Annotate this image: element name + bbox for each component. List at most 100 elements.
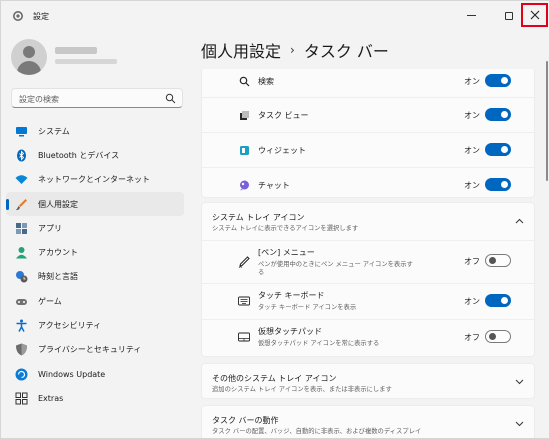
system-tray-header[interactable]: システム トレイ アイコン システム トレイに表示できるアイコンを選択します [202,203,536,239]
apps-icon [15,222,28,235]
chat-toggle[interactable] [485,178,511,191]
avatar [11,39,47,75]
keyboard-icon [238,295,250,307]
toggle-state-label: オン [464,77,480,86]
maximize-icon [505,11,513,20]
chevron-down-icon [514,419,524,429]
sidebar-item-label: ゲーム [38,296,62,306]
sidebar-item-windows-update[interactable]: Windows Update [6,362,184,386]
section-subtitle: タスク バーの配置、バッジ、自動的に非表示、および複数のディスプレイ [212,428,422,435]
clock-globe-icon [15,270,28,283]
scrollbar[interactable] [546,61,548,181]
widgets-toggle[interactable] [485,143,511,156]
toggle-state-label: オン [464,111,480,120]
taskbar-item-row: タスク ビュー オン [202,97,536,133]
section-title: システム トレイ アイコン [212,213,305,222]
touch-keyboard-toggle[interactable] [485,294,511,307]
row-description: ペンが使用中のときにペン メニュー アイコンを表示す [258,261,413,268]
sidebar-item-gaming[interactable]: ゲーム [6,289,184,313]
widgets-icon [238,144,250,156]
sidebar-item-label: Extras [38,393,64,403]
search-toggle[interactable] [485,74,511,87]
minimize-icon [466,15,476,16]
sidebar-item-personalization[interactable]: 個人用設定 [6,191,184,217]
page-title: タスク バー [303,42,389,61]
tray-item-row: [ペン] メニュー ペンが使用中のときにペン メニュー アイコンを表示す る オ… [202,240,536,282]
profile-email-blurred [55,59,117,64]
toggle-state-label: オフ [464,257,480,266]
settings-search-input[interactable]: 設定の検索 [11,88,183,108]
user-profile[interactable] [11,39,186,75]
breadcrumb-parent[interactable]: 個人用設定 [201,38,281,62]
sidebar-item-label: 時刻と言語 [38,272,78,282]
row-description: 仮想タッチパッド アイコンを常に表示する [258,340,380,347]
main-panel: 個人用設定 › タスク バー 検索 オン タスク ビュー オン ウィジェット オ… [199,31,549,438]
extras-icon [15,392,28,405]
task-view-icon [238,109,250,121]
title-bar: 設定 [1,1,549,31]
taskbar-behaviors-card[interactable]: タスク バーの動作 タスク バーの配置、バッジ、自動的に非表示、および複数のディ… [201,405,535,438]
virtual-touchpad-toggle[interactable] [485,330,511,343]
settings-app-icon [13,11,23,21]
sidebar-item-apps[interactable]: アプリ [6,216,184,240]
row-title: [ペン] メニュー [258,248,315,257]
other-tray-icons-card[interactable]: その他のシステム トレイ アイコン 追加のシステム トレイ アイコンを表示、また… [201,363,535,399]
row-label: チャット [258,181,290,190]
monitor-icon [15,125,28,138]
task-view-toggle[interactable] [485,108,511,121]
other-tray-icons-header: その他のシステム トレイ アイコン 追加のシステム トレイ アイコンを表示、また… [202,364,536,400]
wifi-icon [15,173,28,186]
section-title: タスク バーの動作 [212,416,279,425]
sidebar-item-time-language[interactable]: 時刻と言語 [6,265,184,289]
sidebar-item-accessibility[interactable]: アクセシビリティ [6,313,184,337]
pen-menu-toggle[interactable] [485,254,511,267]
tray-item-row: タッチ キーボード タッチ キーボード アイコンを表示 オン [202,283,536,319]
section-subtitle: システム トレイに表示できるアイコンを選択します [212,225,359,232]
sidebar-item-label: アクセシビリティ [38,321,102,331]
section-title: その他のシステム トレイ アイコン [212,374,337,383]
section-subtitle: 追加のシステム トレイ アイコンを表示、または非表示にします [212,386,392,393]
settings-content: 検索 オン タスク ビュー オン ウィジェット オン チャット オン システム … [199,69,539,438]
bluetooth-icon [15,149,28,162]
close-button[interactable] [521,3,548,27]
row-label: 検索 [258,77,274,86]
sidebar-item-network[interactable]: ネットワークとインターネット [6,168,184,192]
update-icon [15,368,28,381]
minimize-button[interactable] [457,2,485,29]
sidebar-item-accounts[interactable]: アカウント [6,240,184,264]
search-placeholder: 設定の検索 [19,95,59,104]
toggle-state-label: オン [464,297,480,306]
row-title: タッチ キーボード [258,291,325,300]
taskbar-items-card: 検索 オン タスク ビュー オン ウィジェット オン チャット オン [201,69,536,198]
brush-icon [15,198,28,211]
account-icon [15,246,28,259]
sidebar-item-label: Windows Update [38,369,106,379]
sidebar-nav: システム Bluetooth とデバイス ネットワークとインターネット 個人用設… [6,119,184,411]
sidebar-item-system[interactable]: システム [6,119,184,143]
toggle-state-label: オン [464,181,480,190]
tray-item-row: 仮想タッチパッド 仮想タッチパッド アイコンを常に表示する オフ [202,319,536,355]
breadcrumb-separator: › [290,43,295,57]
system-tray-card: システム トレイ アイコン システム トレイに表示できるアイコンを選択します [… [201,202,536,357]
pen-icon [238,256,250,268]
taskbar-item-row: チャット オン [202,167,536,203]
sidebar-item-label: システム [38,126,70,136]
settings-window: 設定 設定の検索 システム Bluetooth とデバイス ネットワークとインタ… [0,0,550,439]
sidebar-item-bluetooth[interactable]: Bluetooth とデバイス [6,143,184,167]
sidebar-item-label: ネットワークとインターネット [38,175,150,185]
sidebar-item-extras[interactable]: Extras [6,386,184,410]
selection-indicator [6,198,9,210]
sidebar-item-privacy[interactable]: プライバシーとセキュリティ [6,338,184,362]
row-description: タッチ キーボード アイコンを表示 [258,304,357,311]
sidebar: 設定の検索 システム Bluetooth とデバイス ネットワークとインターネッ… [1,31,191,438]
search-icon [238,75,250,87]
maximize-button[interactable] [495,2,523,29]
sidebar-item-label: 個人用設定 [38,199,78,209]
shield-icon [15,343,28,356]
chevron-down-icon [514,377,524,387]
toggle-state-label: オン [464,146,480,155]
sidebar-item-label: プライバシーとセキュリティ [38,345,142,355]
search-icon [165,93,176,104]
sidebar-item-label: アカウント [38,248,78,258]
window-title: 設定 [33,12,49,21]
